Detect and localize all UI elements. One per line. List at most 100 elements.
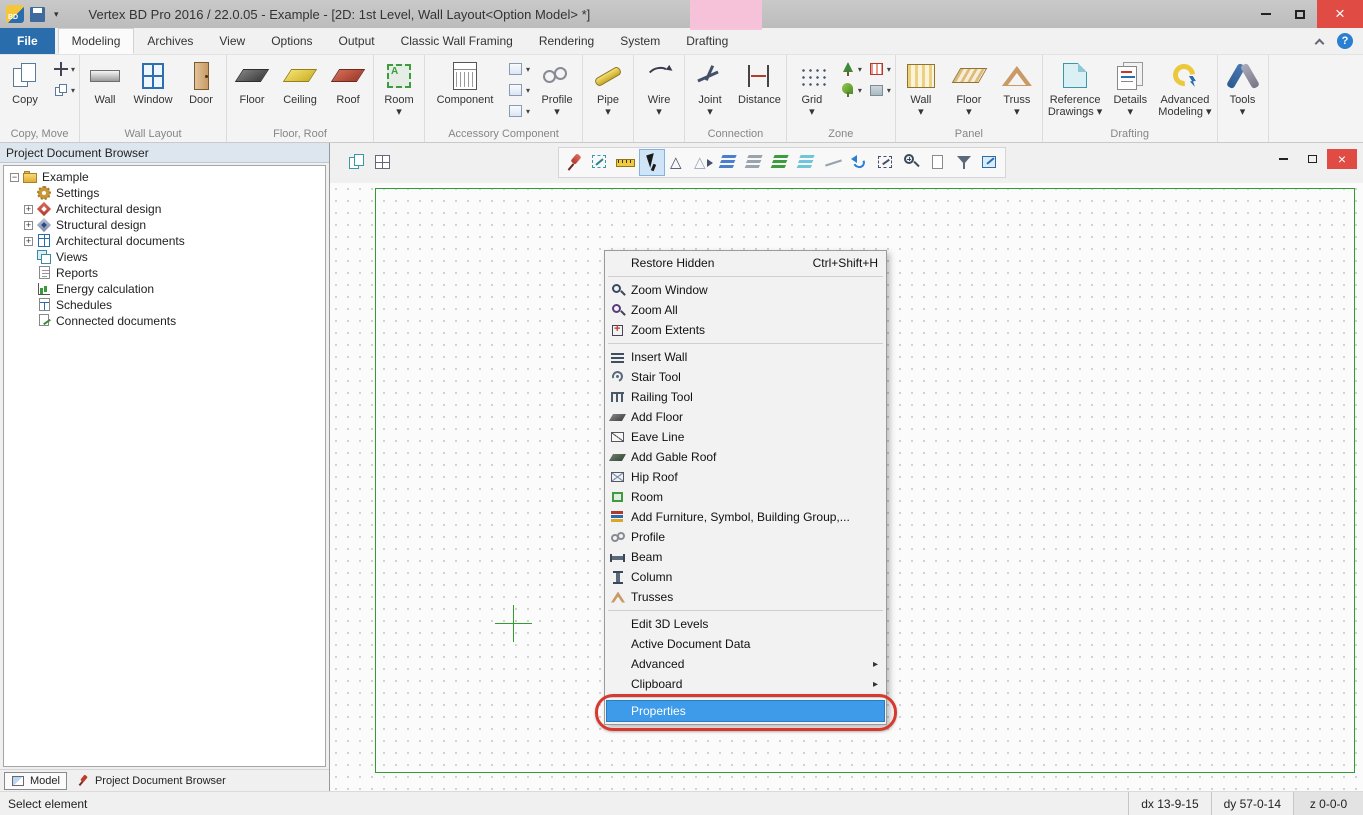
context-menu-item-beam[interactable]: Beam ▸ xyxy=(605,547,886,567)
ribbon-tab-view[interactable]: View xyxy=(206,28,258,54)
ribbon-button-advanced[interactable]: AdvancedModeling ▾ xyxy=(1155,57,1214,121)
ribbon-button-distance[interactable]: Distance xyxy=(735,57,784,121)
toolbar-button-measure[interactable] xyxy=(613,149,639,176)
toolbar-button-layers-hatch[interactable] xyxy=(743,149,769,176)
ribbon-tab-file[interactable]: File xyxy=(0,28,55,54)
tree-item-architectural-design[interactable]: + Architectural design xyxy=(4,201,325,217)
context-menu-item-eave-line[interactable]: Eave Line ▸ xyxy=(605,427,886,447)
close-button[interactable]: × xyxy=(1317,0,1363,28)
tree-item-settings[interactable]: Settings xyxy=(4,185,325,201)
ribbon-button-reference[interactable]: ReferenceDrawings ▾ xyxy=(1045,57,1105,121)
toolbar-button-select[interactable] xyxy=(639,149,665,176)
ribbon-button-tools[interactable]: Tools▾ xyxy=(1220,57,1266,121)
ribbon-button-floor[interactable]: Floor xyxy=(229,57,275,121)
ribbon-button-door[interactable]: Door xyxy=(178,57,224,121)
context-menu-item-add-floor[interactable]: Add Floor ▸ xyxy=(605,407,886,427)
view-maximize-button[interactable] xyxy=(1298,149,1326,169)
toolbar-button-snap-plane[interactable] xyxy=(665,149,691,176)
tree-expander[interactable]: + xyxy=(24,221,33,230)
ribbon-small-button-zone-tree[interactable]: ▾ xyxy=(837,59,864,79)
context-menu-item-add-gable-roof[interactable]: Add Gable Roof ▸ xyxy=(605,447,886,467)
ribbon-button-ceiling[interactable]: Ceiling xyxy=(277,57,323,121)
tree-item-views[interactable]: Views xyxy=(4,249,325,265)
toolbar-button-snap-mesh[interactable] xyxy=(691,149,717,176)
ribbon-tab-archives[interactable]: Archives xyxy=(134,28,206,54)
ribbon-button-truss[interactable]: Truss▾ xyxy=(994,57,1040,121)
toolbar-button-export-view[interactable] xyxy=(977,149,1003,176)
toolbar-button-filter[interactable] xyxy=(951,149,977,176)
toolbar-button-sheet[interactable] xyxy=(925,149,951,176)
ribbon-small-button-mini[interactable]: ▾ xyxy=(505,101,532,121)
context-menu-item-column[interactable]: Column ▸ xyxy=(605,567,886,587)
context-menu-item-railing-tool[interactable]: Railing Tool ▸ xyxy=(605,387,886,407)
context-menu-item-insert-wall[interactable]: Insert Wall ▸ xyxy=(605,347,886,367)
ribbon-button-joint[interactable]: Joint▾ xyxy=(687,57,733,121)
context-menu-item-active-document-data[interactable]: Active Document Data ▸ xyxy=(605,634,886,654)
tree-item-architectural-documents[interactable]: + Architectural documents xyxy=(4,233,325,249)
panel-tab-project-document-browser[interactable]: Project Document Browser xyxy=(70,773,232,789)
context-menu-item-trusses[interactable]: Trusses ▸ xyxy=(605,587,886,607)
tree-expander[interactable]: + xyxy=(24,237,33,246)
ribbon-small-button-copy-small[interactable]: ▾ xyxy=(50,80,77,100)
ribbon-tab-system[interactable]: System xyxy=(607,28,673,54)
toolbar-button-fit[interactable] xyxy=(587,149,613,176)
ribbon-button-window[interactable]: Window xyxy=(130,57,176,121)
tree-item-connected-documents[interactable]: Connected documents xyxy=(4,313,325,329)
ribbon-button-grid[interactable]: Grid▾ xyxy=(789,57,835,121)
save-icon[interactable] xyxy=(29,6,46,23)
context-menu-item-add-furniture-symbol-building-group[interactable]: Add Furniture, Symbol, Building Group,..… xyxy=(605,507,886,527)
toolbar-button-layers-green[interactable] xyxy=(769,149,795,176)
panel-tab-model[interactable]: Model xyxy=(4,772,67,790)
toolbar-button-layers-teal[interactable] xyxy=(795,149,821,176)
view-minimize-button[interactable] xyxy=(1269,149,1297,169)
ribbon-button-pipe[interactable]: Pipe▾ xyxy=(585,57,631,121)
context-menu-item-room[interactable]: Room ▸ xyxy=(605,487,886,507)
tree-item-reports[interactable]: Reports xyxy=(4,265,325,281)
toolbar-button-viewports[interactable] xyxy=(370,149,396,176)
ribbon-small-button-move[interactable]: ▾ xyxy=(50,59,77,79)
toolbar-button-layers-blue[interactable] xyxy=(717,149,743,176)
context-menu-item-stair-tool[interactable]: Stair Tool ▸ xyxy=(605,367,886,387)
ribbon-tab-rendering[interactable]: Rendering xyxy=(526,28,607,54)
context-menu-item-advanced[interactable]: Advanced ▸ xyxy=(605,654,886,674)
context-menu-item-profile[interactable]: Profile ▸ xyxy=(605,527,886,547)
toolbar-button-line-tool[interactable] xyxy=(821,149,847,176)
ribbon-button-room[interactable]: Room▾ xyxy=(376,57,422,121)
ribbon-button-component[interactable]: Component xyxy=(427,57,503,121)
ribbon-button-wall[interactable]: Wall xyxy=(82,57,128,121)
context-menu-item-hip-roof[interactable]: Hip Roof ▸ xyxy=(605,467,886,487)
tree-expander[interactable]: + xyxy=(24,205,33,214)
help-button[interactable]: ? xyxy=(1337,33,1353,49)
context-menu-item-zoom-all[interactable]: Zoom All ▸ xyxy=(605,300,886,320)
context-menu-item-zoom-extents[interactable]: Zoom Extents ▸ xyxy=(605,320,886,340)
context-menu-item-edit-3d-levels[interactable]: Edit 3D Levels ▸ xyxy=(605,614,886,634)
ribbon-small-button-zone-box[interactable]: ▾ xyxy=(866,80,893,100)
drawing-area[interactable]: Restore Hidden Ctrl+Shift+H ▸ Zoom Windo… xyxy=(330,183,1363,791)
drawing-canvas[interactable]: × Restore Hidden Ctrl+Shift+H ▸ Zoom Win… xyxy=(330,143,1363,791)
ribbon-button-wall[interactable]: Wall▾ xyxy=(898,57,944,121)
context-menu-item-properties[interactable]: Properties ▸ xyxy=(607,701,884,721)
toolbar-button-undo[interactable] xyxy=(847,149,873,176)
ribbon-small-button-zone-column[interactable]: ▾ xyxy=(866,59,893,79)
toolbar-button-zoom-in[interactable] xyxy=(899,149,925,176)
ribbon-tab-classic-wall-framing[interactable]: Classic Wall Framing xyxy=(388,28,526,54)
toolbar-button-pin[interactable] xyxy=(561,149,587,176)
ribbon-button-details[interactable]: Details▾ xyxy=(1107,57,1153,121)
ribbon-button-floor[interactable]: Floor▾ xyxy=(946,57,992,121)
tree-item-energy-calculation[interactable]: Energy calculation xyxy=(4,281,325,297)
context-menu-item-clipboard[interactable]: Clipboard ▸ xyxy=(605,674,886,694)
ribbon-small-button-zone-plant[interactable]: ▾ xyxy=(837,80,864,100)
ribbon-button-roof[interactable]: Roof xyxy=(325,57,371,121)
tree-item-schedules[interactable]: Schedules xyxy=(4,297,325,313)
ribbon-button-copy[interactable]: Copy xyxy=(2,57,48,121)
ribbon-small-button-mini[interactable]: ▾ xyxy=(505,80,532,100)
ribbon-button-profile[interactable]: Profile▾ xyxy=(534,57,580,121)
ribbon-tab-drafting[interactable]: Drafting xyxy=(673,28,741,54)
toolbar-button-pages[interactable] xyxy=(344,149,370,176)
ribbon-tab-modeling[interactable]: Modeling xyxy=(58,28,135,54)
ribbon-tab-output[interactable]: Output xyxy=(326,28,388,54)
context-menu-item-restore-hidden[interactable]: Restore Hidden Ctrl+Shift+H ▸ xyxy=(605,253,886,273)
maximize-button[interactable] xyxy=(1283,0,1317,28)
ribbon-tab-options[interactable]: Options xyxy=(258,28,325,54)
minimize-button[interactable] xyxy=(1249,0,1283,28)
